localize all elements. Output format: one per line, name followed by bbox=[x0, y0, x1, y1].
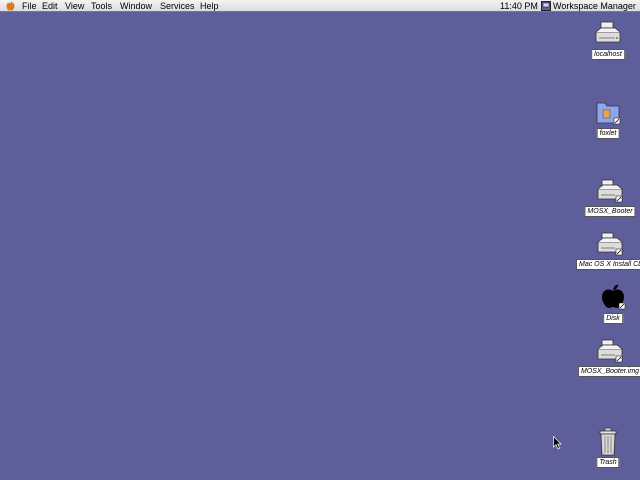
network-drive-icon bbox=[597, 339, 623, 363]
home-folder-icon bbox=[596, 102, 621, 125]
desktop-icon-label: Trash bbox=[596, 457, 620, 468]
desktop-icon-label: MOSX_Booter.img bbox=[577, 366, 640, 377]
desktop-icon-mosx-booter[interactable]: MOSX_Booter bbox=[580, 175, 640, 219]
desktop-icon-label: Mac OS X Install CD bbox=[576, 259, 640, 270]
server-drive-icon bbox=[595, 21, 621, 43]
menu-clock[interactable]: 11:40 PM bbox=[500, 0, 538, 12]
desktop-icon-label: localhost bbox=[591, 49, 625, 60]
desktop-icon-label: foxlet bbox=[596, 128, 620, 139]
mouse-pointer-icon bbox=[553, 436, 562, 450]
network-drive-icon bbox=[597, 232, 623, 256]
menu-edit[interactable]: Edit bbox=[40, 0, 60, 12]
desktop-icon-disk[interactable]: Disk bbox=[583, 282, 640, 326]
menu-file[interactable]: File bbox=[20, 0, 39, 12]
app-menu[interactable]: Workspace Manager bbox=[541, 0, 636, 12]
menu-view[interactable]: View bbox=[63, 0, 86, 12]
workspace-manager-icon bbox=[541, 1, 551, 11]
menu-bar: File Edit View Tools Window Services Hel… bbox=[0, 0, 640, 12]
apple-icon[interactable] bbox=[5, 1, 16, 11]
network-drive-icon bbox=[597, 179, 623, 203]
desktop-icon-label: Disk bbox=[603, 313, 623, 324]
app-menu-label: Workspace Manager bbox=[553, 1, 636, 11]
desktop-icon-foxlet[interactable]: foxlet bbox=[578, 97, 638, 141]
menu-services[interactable]: Services bbox=[158, 0, 197, 12]
menu-tools[interactable]: Tools bbox=[89, 0, 114, 12]
desktop-icon-mosx-booter-img[interactable]: MOSX_Booter.img bbox=[577, 335, 640, 379]
desktop-icon-install-cd[interactable]: Mac OS X Install CD bbox=[576, 228, 640, 272]
desktop-icon-trash[interactable]: Trash bbox=[578, 426, 638, 470]
desktop-icon-localhost[interactable]: localhost bbox=[578, 18, 638, 62]
menu-help[interactable]: Help bbox=[198, 0, 221, 12]
trash-icon bbox=[599, 427, 617, 456]
menu-window[interactable]: Window bbox=[118, 0, 154, 12]
desktop-icon-label: MOSX_Booter bbox=[584, 206, 636, 217]
apple-disk-icon bbox=[602, 284, 626, 310]
